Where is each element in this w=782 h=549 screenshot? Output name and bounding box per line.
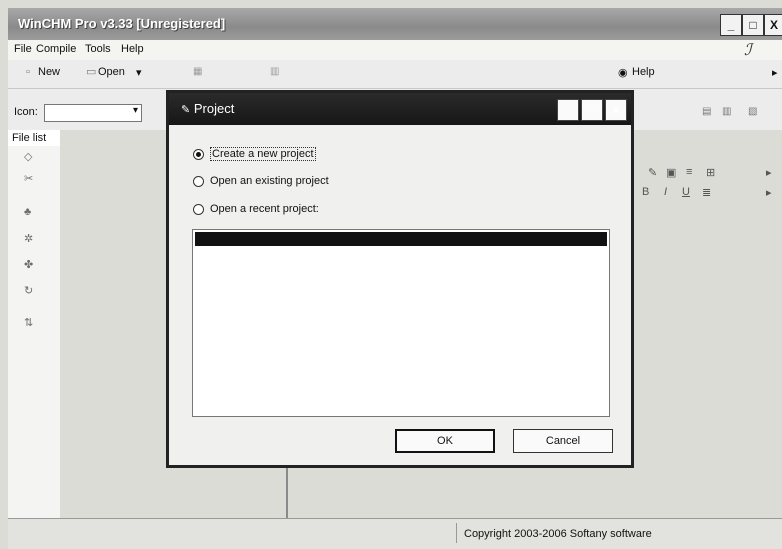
editor-tool-icon: ▣: [666, 167, 677, 179]
left-panel: ◇ ✂ ♣ ✲ ✤ ↻ ⇅: [8, 146, 61, 518]
minimize-button[interactable]: _: [720, 14, 742, 36]
app-logo-icon: ℐ: [744, 42, 752, 59]
recent-project-item-selected[interactable]: [195, 232, 607, 246]
minimize-icon: _: [727, 18, 735, 32]
radio-open-recent-project[interactable]: Open a recent project:: [193, 203, 319, 215]
toolbar-ghost-icon: ▥: [722, 106, 732, 117]
menu-file[interactable]: File: [14, 43, 32, 55]
dialog-close-button[interactable]: ✕: [605, 99, 627, 121]
panel-tool-icon[interactable]: ◇: [24, 150, 32, 163]
open-dropdown-icon[interactable]: ▾: [136, 66, 142, 79]
radio-button-icon: [193, 148, 204, 160]
panel-tool-icon[interactable]: ✤: [24, 258, 33, 271]
open-button[interactable]: Open: [98, 66, 125, 78]
menu-tools[interactable]: Tools: [85, 43, 111, 55]
maximize-icon: □: [588, 104, 596, 116]
format-tool-icon: B: [642, 186, 650, 198]
format-tool-icon: U: [682, 186, 690, 198]
dialog-title-text: Project: [193, 101, 235, 116]
app-title: WinCHM Pro v3.33 [Unregistered]: [18, 16, 226, 31]
status-divider: [456, 523, 457, 543]
toolbar-more-icon[interactable]: ▸: [772, 66, 778, 79]
dialog-minimize-button[interactable]: _: [557, 99, 579, 121]
new-icon: ▫: [26, 66, 30, 78]
editor-more-icon: ▸: [766, 167, 772, 179]
menu-compile[interactable]: Compile: [36, 43, 76, 55]
chevron-down-icon: ▾: [132, 105, 138, 116]
editor-tool-icon: ✎: [648, 167, 658, 179]
recent-projects-list[interactable]: [192, 229, 610, 417]
cancel-button-label: Cancel: [545, 435, 581, 447]
close-button[interactable]: X: [764, 14, 782, 36]
radio-label: Open a recent project:: [210, 203, 319, 215]
file-list-tab[interactable]: File list: [8, 130, 60, 147]
help-icon: ◉: [618, 67, 628, 79]
dialog-app-icon: ✎: [181, 104, 191, 116]
toolbar-ghost-icon: ▧: [748, 106, 758, 117]
help-button[interactable]: Help: [632, 66, 655, 78]
dialog-title: ✎ Project: [181, 101, 234, 116]
panel-tool-icon[interactable]: ⇅: [24, 316, 33, 329]
close-icon: ✕: [611, 104, 621, 117]
panel-tool-icon[interactable]: ✲: [24, 232, 33, 245]
radio-create-new-project[interactable]: Create a new project: [193, 147, 316, 161]
toolbar-ghost-icon: ▥: [270, 66, 280, 77]
radio-open-existing-project[interactable]: Open an existing project: [193, 175, 329, 187]
format-more-icon: ▸: [766, 187, 772, 199]
new-button[interactable]: New: [38, 66, 60, 78]
dialog-titlebar: ✎ Project _ □ ✕: [169, 93, 631, 125]
toolbar-divider: [8, 88, 782, 89]
icon-combobox[interactable]: ▾: [44, 104, 142, 122]
menu-bar: File Compile Tools Help ℐ: [8, 40, 782, 60]
radio-button-icon: [193, 203, 204, 215]
maximize-button[interactable]: □: [742, 14, 764, 36]
menu-help[interactable]: Help: [121, 43, 144, 55]
close-icon: X: [769, 18, 778, 32]
ok-button-label: OK: [437, 435, 453, 447]
minimize-icon: _: [564, 104, 572, 116]
app-titlebar: WinCHM Pro v3.33 [Unregistered] _ □ X: [8, 8, 782, 40]
open-icon: ▭: [86, 66, 97, 78]
status-bar: Copyright 2003-2006 Softany software: [8, 518, 782, 549]
panel-tool-icon[interactable]: ✂: [24, 172, 33, 185]
maximize-icon: □: [749, 18, 757, 32]
radio-label: Create a new project: [210, 147, 316, 161]
icon-label: Icon:: [14, 106, 38, 118]
format-tool-icon: ≣: [702, 187, 712, 199]
format-tool-icon: I: [664, 186, 668, 198]
status-copyright: Copyright 2003-2006 Softany software: [464, 528, 652, 540]
panel-tool-icon[interactable]: ↻: [24, 284, 33, 297]
panel-tool-icon[interactable]: ♣: [24, 206, 31, 218]
editor-tool-icon: ⊞: [706, 167, 716, 179]
ok-button[interactable]: OK: [395, 429, 495, 453]
toolbar-ghost-icon: ▤: [702, 106, 712, 117]
radio-label: Open an existing project: [210, 175, 329, 187]
cancel-button[interactable]: Cancel: [513, 429, 613, 453]
dialog-maximize-button[interactable]: □: [581, 99, 603, 121]
file-list-tab-label: File list: [12, 132, 47, 144]
radio-button-icon: [193, 175, 204, 187]
splitter[interactable]: [286, 468, 288, 518]
project-dialog: ✎ Project _ □ ✕ Create a new project Ope…: [166, 90, 634, 468]
toolbar-ghost-icon: ▦: [193, 66, 203, 77]
editor-tool-icon: ≡: [686, 166, 693, 178]
